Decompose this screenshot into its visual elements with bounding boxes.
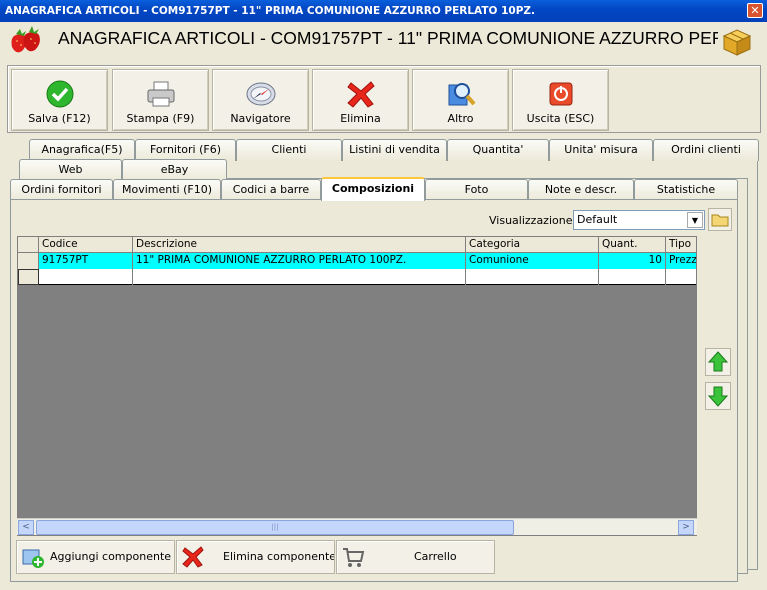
save-button[interactable]: Salva (F12) (11, 69, 108, 131)
strawberries-icon (11, 26, 40, 53)
row-indicator (18, 253, 39, 269)
remove-component-label: Elimina componente (223, 550, 335, 563)
scroll-left-button[interactable]: < (18, 520, 34, 535)
tab-codici-barre[interactable]: Codici a barre (221, 179, 321, 201)
tab-ordini-fornitori[interactable]: Ordini fornitori (10, 179, 113, 201)
col-descrizione[interactable]: Descrizione (133, 237, 466, 253)
delete-button[interactable]: Elimina (312, 69, 409, 131)
tab-fornitori[interactable]: Fornitori (F6) (135, 139, 236, 161)
grid-header-indicator (18, 237, 39, 253)
cell-empty[interactable] (466, 269, 599, 285)
remove-component-button[interactable]: Elimina componente (176, 540, 335, 574)
cart-icon (343, 548, 365, 567)
toolbar: Salva (F12) Stampa (F9) Navigatore Elimi… (7, 65, 761, 133)
view-select[interactable]: Default ▼ (573, 210, 705, 230)
tab-statistiche[interactable]: Statistiche (634, 179, 738, 201)
window-titlebar: ANAGRAFICA ARTICOLI - COM91757PT - 11" P… (0, 0, 767, 22)
header: ANAGRAFICA ARTICOLI - COM91757PT - 11" P… (0, 22, 767, 60)
col-codice[interactable]: Codice (39, 237, 133, 253)
row-indicator (18, 269, 39, 285)
tab-web[interactable]: Web (19, 159, 122, 181)
other-button[interactable]: Altro (412, 69, 509, 131)
col-categoria[interactable]: Categoria (466, 237, 599, 253)
arrow-down-icon (707, 386, 729, 407)
horizontal-scrollbar[interactable]: < ||| > (17, 518, 697, 535)
col-quant[interactable]: Quant. (599, 237, 666, 253)
page-title: ANAGRAFICA ARTICOLI - COM91757PT - 11" P… (58, 28, 718, 48)
delete-x-icon (182, 546, 204, 568)
tab-movimenti[interactable]: Movimenti (F10) (113, 179, 221, 201)
printer-icon (147, 81, 175, 107)
composizioni-page: Visualizzazione : Default ▼ Codice Descr… (10, 199, 738, 582)
magnifier-icon (448, 83, 476, 106)
tab-note-descr[interactable]: Note e descr. (528, 179, 634, 201)
chevron-down-icon[interactable]: ▼ (687, 212, 703, 228)
move-up-button[interactable] (705, 348, 731, 376)
col-tipo[interactable]: Tipo (666, 237, 696, 253)
scroll-thumb[interactable]: ||| (36, 520, 514, 535)
power-icon (549, 82, 573, 106)
view-select-value: Default (577, 213, 618, 226)
cell-empty[interactable] (133, 269, 466, 285)
tab-ordini-clienti[interactable]: Ordini clienti (653, 139, 759, 161)
add-component-button[interactable]: Aggiungi componente (F4 (16, 540, 175, 574)
table-row[interactable]: 91757PT 11" PRIMA COMUNIONE AZZURRO PERL… (18, 253, 696, 269)
save-label: Salva (F12) (28, 112, 91, 125)
delete-label: Elimina (340, 112, 381, 125)
move-down-button[interactable] (705, 382, 731, 410)
window-title: ANAGRAFICA ARTICOLI - COM91757PT - 11" P… (5, 5, 536, 17)
compass-icon (246, 82, 276, 106)
cell-tipo[interactable]: Prezzo (666, 253, 696, 269)
folder-button[interactable] (708, 208, 732, 231)
grid-header: Codice Descrizione Categoria Quant. Tipo (18, 237, 696, 253)
exit-label: Uscita (ESC) (526, 112, 595, 125)
folder-icon (711, 214, 729, 227)
arrow-up-icon (707, 351, 729, 372)
cell-empty[interactable] (39, 269, 133, 285)
components-grid[interactable]: Codice Descrizione Categoria Quant. Tipo… (17, 236, 697, 536)
tab-clienti[interactable]: Clienti (236, 139, 342, 161)
cell-quant[interactable]: 10 (599, 253, 666, 269)
tab-quantita[interactable]: Quantita' (447, 139, 549, 161)
boxes-icon (722, 29, 752, 56)
add-component-label: Aggiungi componente (F4 (50, 550, 174, 563)
other-label: Altro (447, 112, 474, 125)
scroll-right-button[interactable]: > (678, 520, 694, 535)
cart-label: Carrello (414, 550, 457, 563)
cell-empty[interactable] (599, 269, 666, 285)
table-row-new[interactable] (18, 269, 696, 285)
tab-listini[interactable]: Listini di vendita (342, 139, 447, 161)
exit-button[interactable]: Uscita (ESC) (512, 69, 609, 131)
tab-anagrafica[interactable]: Anagrafica(F5) (29, 139, 135, 161)
add-component-icon (22, 549, 44, 568)
tab-composizioni[interactable]: Composizioni (321, 177, 425, 201)
cart-button[interactable]: Carrello (336, 540, 495, 574)
checkmark-icon (46, 80, 74, 108)
print-button[interactable]: Stampa (F9) (112, 69, 209, 131)
cell-empty[interactable] (666, 269, 696, 285)
cell-categoria[interactable]: Comunione (466, 253, 599, 269)
view-label: Visualizzazione : (489, 214, 580, 227)
tab-ebay[interactable]: eBay (122, 159, 227, 181)
navigator-label: Navigatore (230, 112, 291, 125)
window-close-button[interactable]: ✕ (747, 3, 763, 18)
cell-descrizione[interactable]: 11" PRIMA COMUNIONE AZZURRO PERLATO 100P… (133, 253, 466, 269)
cell-codice[interactable]: 91757PT (39, 253, 133, 269)
tab-unita-misura[interactable]: Unita' misura (549, 139, 653, 161)
delete-x-icon (347, 81, 375, 108)
print-label: Stampa (F9) (126, 112, 195, 125)
tab-foto[interactable]: Foto (425, 179, 528, 201)
navigator-button[interactable]: Navigatore (212, 69, 309, 131)
